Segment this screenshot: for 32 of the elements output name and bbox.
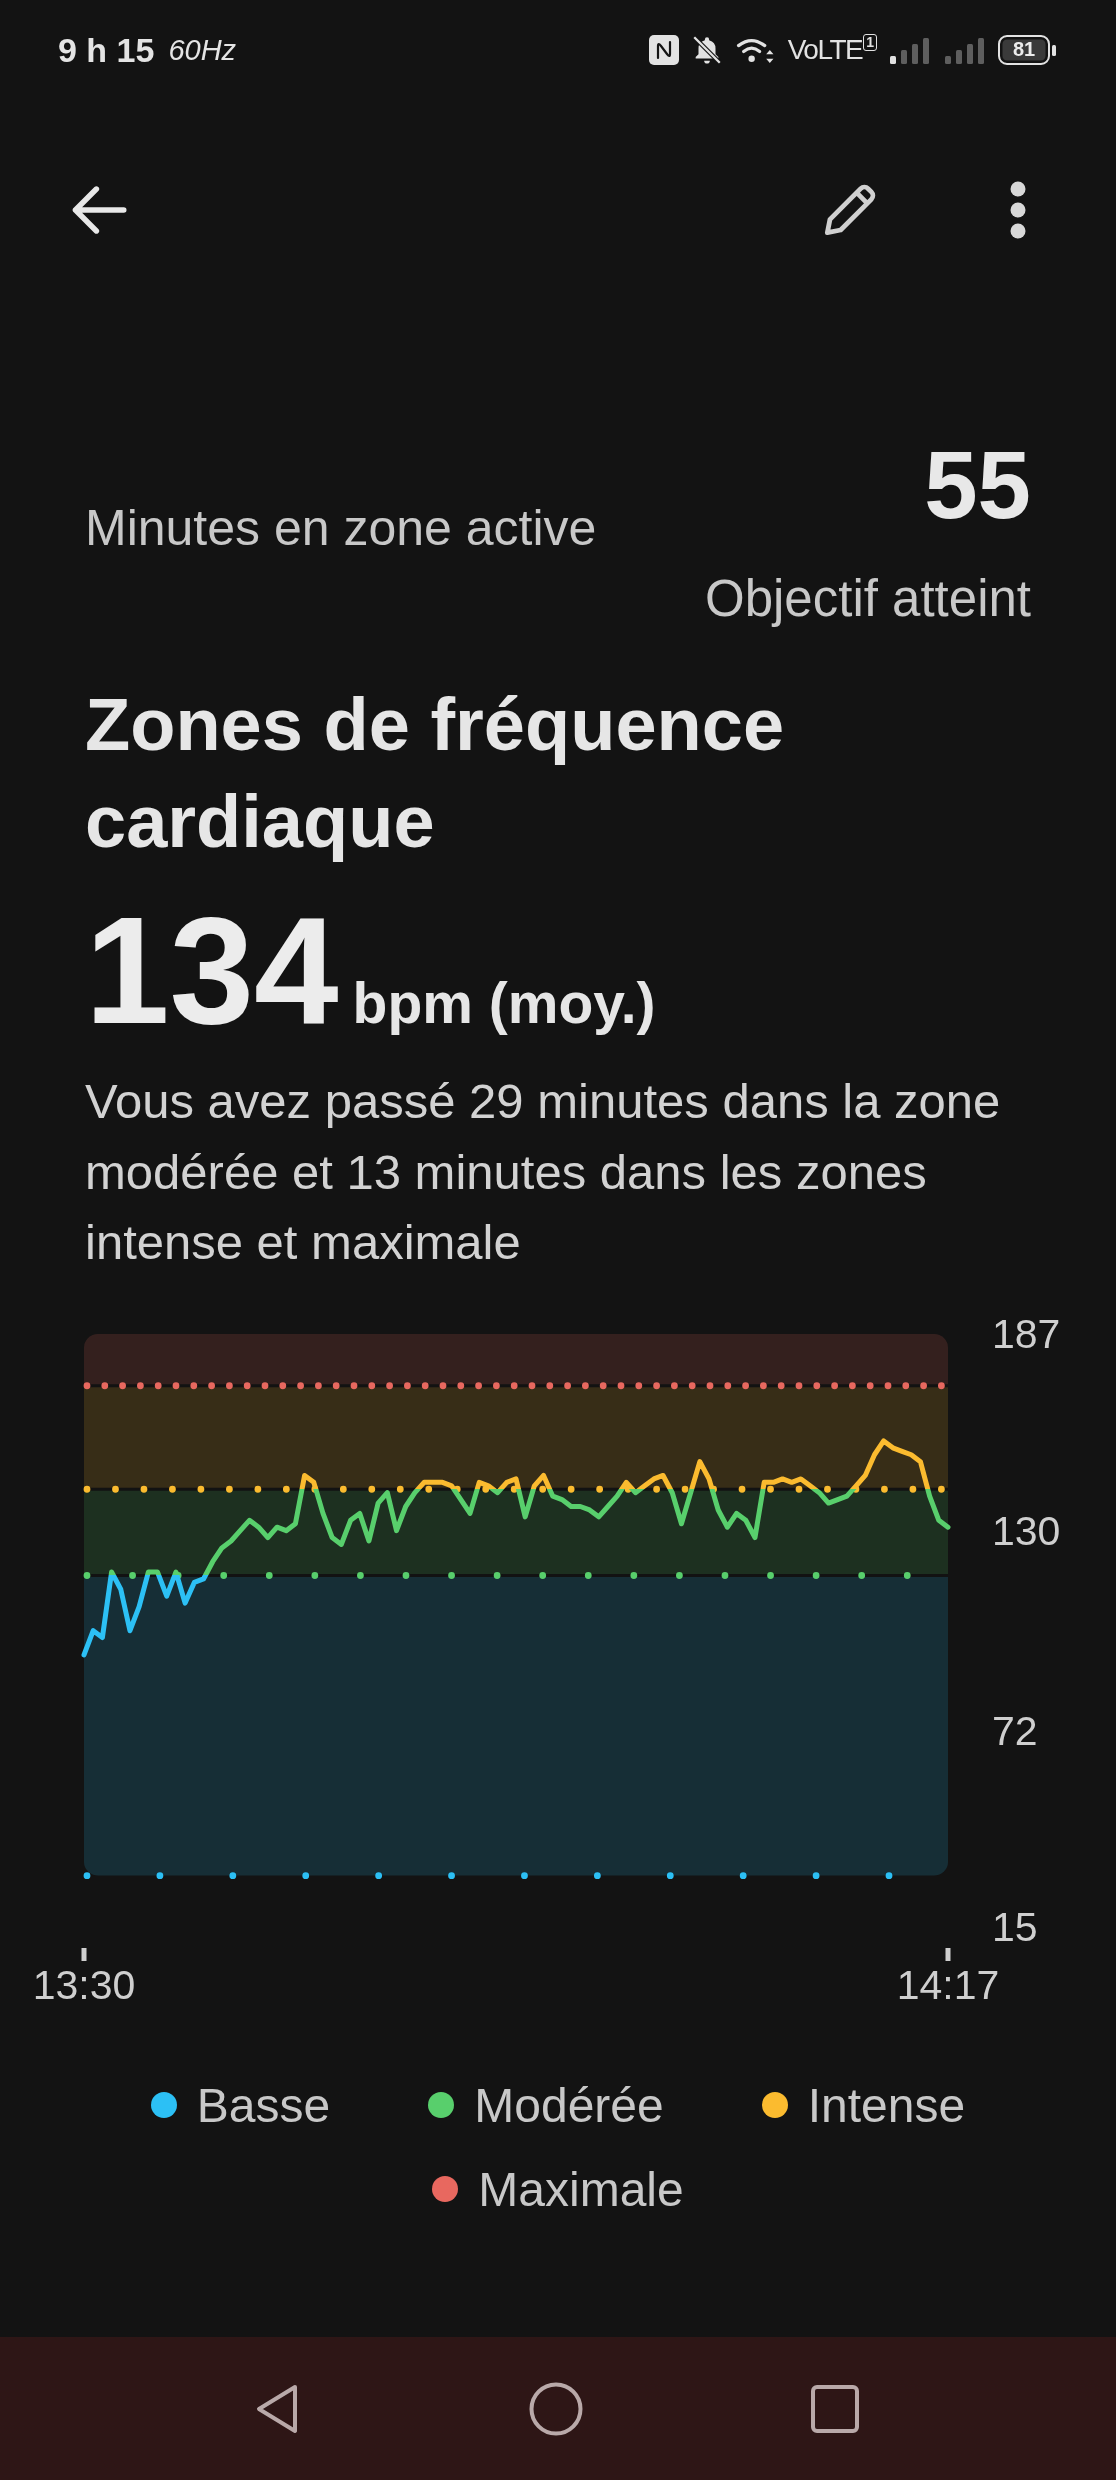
sim-badge: 1 bbox=[863, 34, 877, 51]
average-value: 134 bbox=[85, 890, 339, 1050]
refresh-rate: 60Hz bbox=[168, 33, 237, 67]
x-axis-label: 14:17 bbox=[896, 1961, 1000, 2008]
legend-label: Modérée bbox=[474, 2077, 664, 2133]
y-axis-label: 187 bbox=[992, 1310, 1061, 1357]
y-axis-label: 130 bbox=[992, 1507, 1061, 1554]
goal-status: Objectif atteint bbox=[704, 570, 1031, 627]
active-minutes-value: 55 bbox=[924, 430, 1031, 540]
square-icon bbox=[811, 2384, 859, 2433]
more-options-icon bbox=[1010, 181, 1026, 239]
battery-level: 81 bbox=[998, 35, 1050, 65]
signal-icon bbox=[888, 36, 932, 64]
zone-summary-text: Vous avez passé 29 minutes dans la zone modérée et 13 minutes dans les zones intense et maximale bbox=[85, 1073, 1002, 1271]
section-title: Zones de fréquence cardiaque bbox=[85, 682, 786, 865]
signal-icon bbox=[943, 36, 987, 64]
y-axis-label: 72 bbox=[992, 1707, 1038, 1754]
battery-tip-icon bbox=[1052, 44, 1056, 56]
x-axis-label: 13:30 bbox=[32, 1961, 136, 2008]
legend-label: Maximale bbox=[478, 2161, 684, 2217]
clock-time: 9 h 15 bbox=[58, 30, 155, 70]
legend-label: Basse bbox=[196, 2077, 331, 2133]
triangle-icon bbox=[255, 2382, 299, 2435]
y-axis-label: 15 bbox=[992, 1903, 1038, 1950]
x-axis-tick bbox=[81, 1947, 87, 1961]
active-minutes-label: Minutes en zone active bbox=[85, 501, 597, 556]
circle-icon bbox=[529, 2381, 583, 2436]
x-axis-tick bbox=[945, 1947, 951, 1961]
nfc-icon bbox=[648, 35, 679, 65]
average-unit: bpm (moy.) bbox=[352, 970, 656, 1036]
legend-label: Intense bbox=[807, 2077, 966, 2133]
network-label: VoLTE bbox=[787, 34, 863, 66]
